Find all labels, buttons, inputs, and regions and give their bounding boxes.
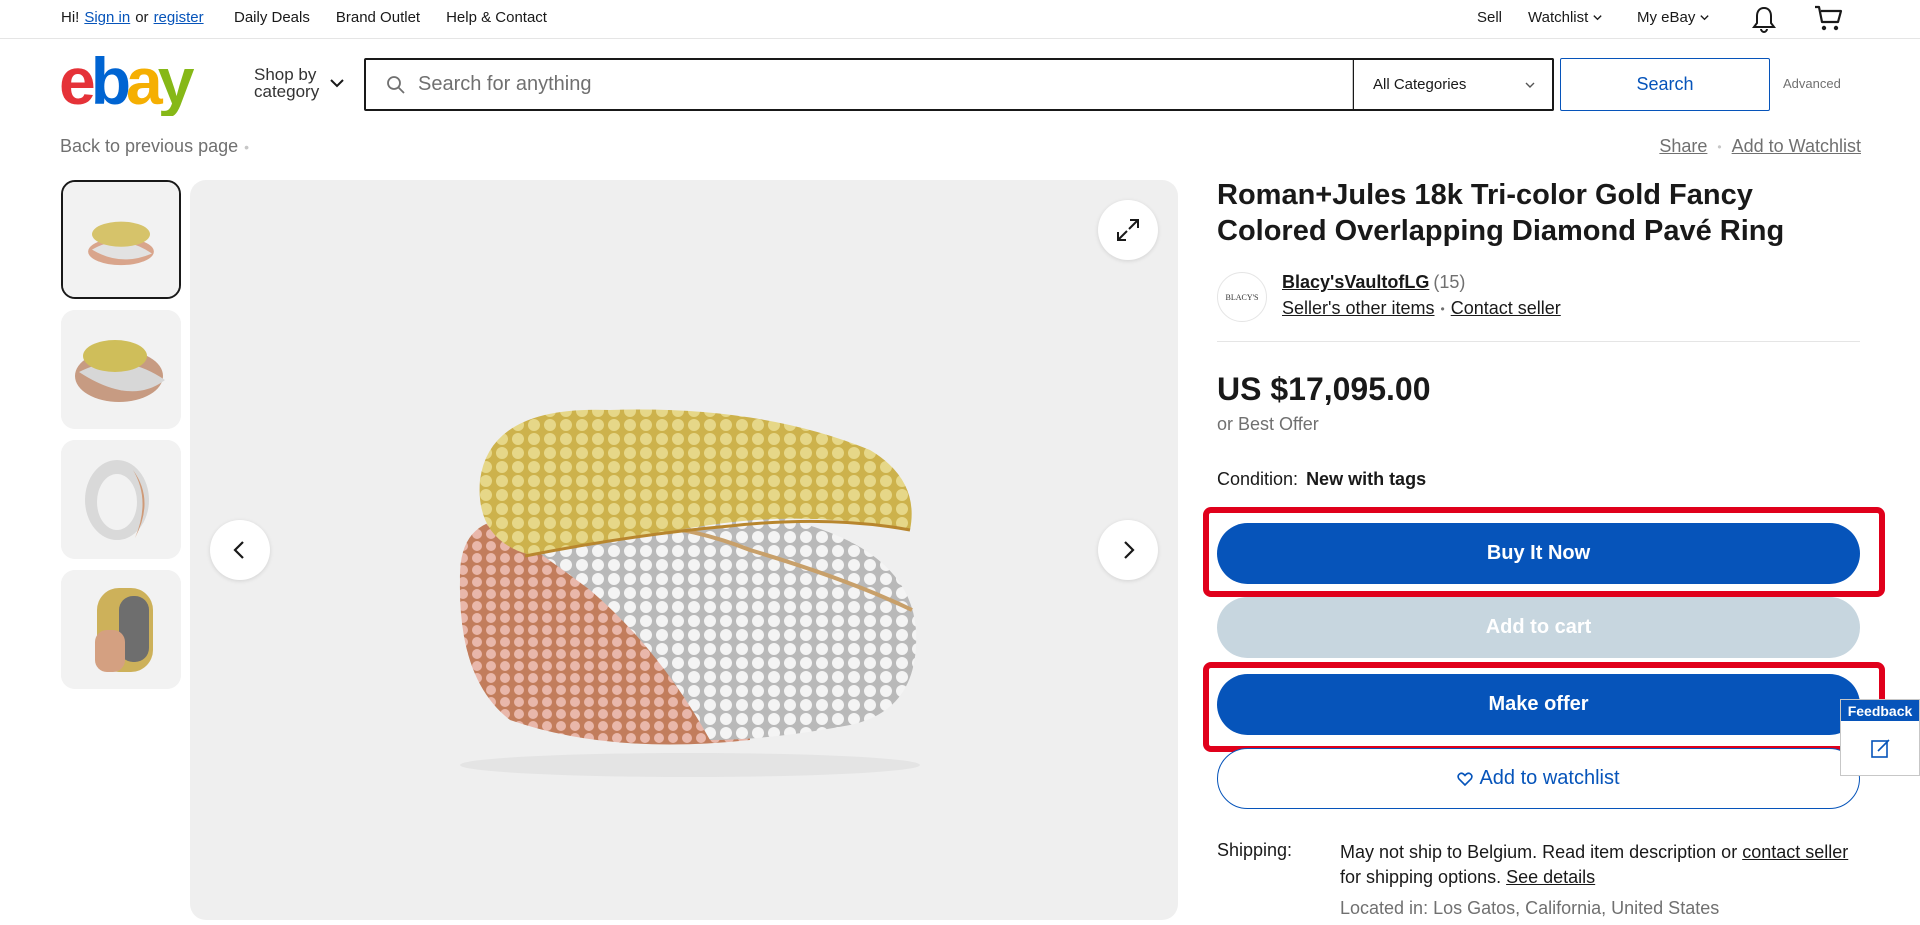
seller-name-link[interactable]: Blacy'sVaultofLG <box>1282 272 1429 292</box>
chevron-left-icon <box>233 541 244 559</box>
ring-thumbnail-image <box>63 182 179 297</box>
seller-feedback-count: (15) <box>1433 272 1466 292</box>
expand-image-button[interactable] <box>1098 200 1158 260</box>
bell-icon[interactable] <box>1751 5 1777 33</box>
item-location: Located in: Los Gatos, California, Unite… <box>1340 898 1720 918</box>
condition-value: New with tags <box>1306 469 1427 489</box>
best-offer-text: or Best Offer <box>1217 414 1319 434</box>
sign-in-link[interactable]: Sign in <box>84 9 130 26</box>
feedback-label: Feedback <box>1841 700 1919 721</box>
shop-by-category-button[interactable]: Shop by category <box>254 66 345 100</box>
see-details-link[interactable]: See details <box>1506 867 1595 887</box>
chevron-down-icon <box>1700 15 1710 21</box>
watchlist-label: Watchlist <box>1528 9 1589 26</box>
separator-dot: • <box>1717 139 1722 154</box>
sell-link[interactable]: Sell <box>1477 9 1502 26</box>
category-label: category <box>254 82 320 101</box>
back-label: Back to previous page <box>60 136 239 156</box>
seller-links: Seller's other items • Contact seller <box>1282 298 1561 319</box>
daily-deals-link[interactable]: Daily Deals <box>234 9 310 26</box>
separator-dot: • <box>1440 301 1445 316</box>
thumbnail-4[interactable] <box>61 570 181 689</box>
expand-icon <box>1117 219 1139 241</box>
thumbnail-2[interactable] <box>61 310 181 429</box>
or-text: or <box>135 9 149 26</box>
svg-text:ebay: ebay <box>59 54 195 116</box>
ebay-logo[interactable]: ebay <box>59 54 207 116</box>
chevron-down-icon <box>330 79 344 88</box>
previous-image-button[interactable] <box>210 520 270 580</box>
thumbnail-1[interactable] <box>61 180 181 299</box>
seller-avatar[interactable]: BLACY'S <box>1217 272 1267 322</box>
top-utility-bar: Hi! Sign in or register Daily Deals Bran… <box>0 0 1920 39</box>
add-to-watchlist-link[interactable]: Add to Watchlist <box>1732 136 1861 157</box>
cart-icon[interactable] <box>1813 4 1843 32</box>
add-to-watchlist-label: Add to watchlist <box>1479 767 1620 789</box>
item-title: Roman+Jules 18k Tri-color Gold Fancy Col… <box>1217 179 1785 247</box>
ring-thumbnail-image <box>61 440 181 559</box>
avatar-logo-text: BLACY'S <box>1225 292 1259 302</box>
separator-dot: • <box>244 139 250 155</box>
add-to-cart-button[interactable]: Add to cart <box>1217 597 1860 658</box>
register-link[interactable]: register <box>154 9 204 26</box>
condition: Condition: New with tags <box>1217 469 1426 490</box>
seller-info: Blacy'sVaultofLG (15) <box>1282 272 1465 293</box>
main-product-image[interactable] <box>190 180 1178 920</box>
shipping-label: Shipping: <box>1217 840 1293 860</box>
my-ebay-menu[interactable]: My eBay <box>1637 9 1710 26</box>
advanced-search-link[interactable]: Advanced <box>1783 76 1841 91</box>
sign-in-greeting: Hi! Sign in or register <box>61 9 209 26</box>
my-ebay-label: My eBay <box>1637 9 1696 26</box>
search-button[interactable]: Search <box>1560 58 1770 111</box>
search-bar <box>364 58 1354 111</box>
thumbnail-3[interactable] <box>61 440 181 559</box>
search-input[interactable] <box>418 73 1318 96</box>
top-links: Daily Deals Brand Outlet Help & Contact <box>234 9 547 26</box>
seller-other-items-link[interactable]: Seller's other items <box>1282 298 1435 319</box>
item-price: US $17,095.00 <box>1217 371 1431 407</box>
buy-it-now-button[interactable]: Buy It Now <box>1217 523 1860 584</box>
ring-image <box>459 409 920 777</box>
feedback-icon <box>1871 739 1890 758</box>
back-to-previous-link[interactable]: Back to previous page • <box>60 136 249 157</box>
help-contact-link[interactable]: Help & Contact <box>446 9 547 26</box>
search-icon <box>387 75 405 94</box>
ring-thumbnail-image <box>61 570 181 689</box>
feedback-tab[interactable]: Feedback <box>1840 699 1920 776</box>
share-link[interactable]: Share <box>1659 136 1707 157</box>
condition-label: Condition: <box>1217 469 1299 489</box>
make-offer-button[interactable]: Make offer <box>1217 674 1860 735</box>
ring-thumbnail-image <box>61 310 181 429</box>
chevron-right-icon <box>1124 541 1135 559</box>
shipping-contact-seller-link[interactable]: contact seller <box>1742 842 1848 862</box>
watchlist-menu[interactable]: Watchlist <box>1528 9 1603 26</box>
shipping-text-2: for shipping options. <box>1340 867 1507 887</box>
add-to-watchlist-button[interactable]: Add to watchlist <box>1217 748 1860 809</box>
next-image-button[interactable] <box>1098 520 1158 580</box>
category-select-border <box>1352 58 1554 111</box>
divider <box>1217 341 1860 342</box>
contact-seller-link[interactable]: Contact seller <box>1451 298 1561 319</box>
chevron-down-icon <box>1593 15 1602 21</box>
brand-outlet-link[interactable]: Brand Outlet <box>336 9 420 26</box>
shop-by-label: Shop by <box>254 65 317 84</box>
heart-icon <box>1457 771 1474 786</box>
greeting-text: Hi! <box>61 9 80 26</box>
share-watch-row: Share • Add to Watchlist <box>1659 136 1861 157</box>
shipping-text-1: May not ship to Belgium. Read item descr… <box>1340 842 1743 862</box>
shipping-info: May not ship to Belgium. Read item descr… <box>1340 840 1870 890</box>
